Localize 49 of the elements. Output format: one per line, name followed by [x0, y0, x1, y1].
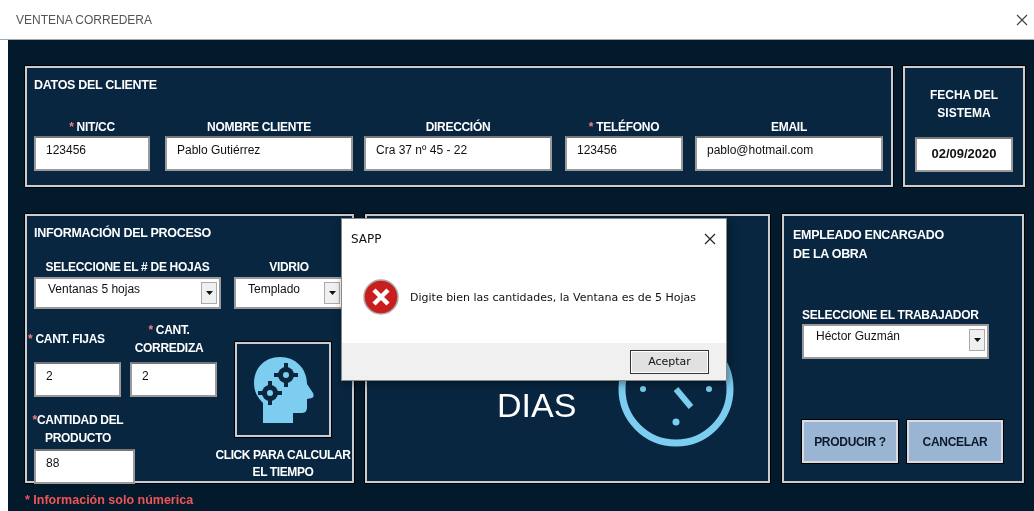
- field-label: * NIT/CC: [68, 120, 116, 134]
- panel-heading: INFORMACIÓN DEL PROCESO: [34, 226, 212, 240]
- close-icon[interactable]: [1016, 13, 1028, 26]
- dropdown-button[interactable]: [324, 282, 340, 304]
- footnote: * Información solo númerica: [25, 493, 195, 507]
- input-field[interactable]: 123456: [565, 136, 683, 171]
- field-label: * CANT. FIJAS: [28, 332, 106, 346]
- dropdown-field[interactable]: Templado: [234, 277, 344, 309]
- field-label: SELECCIONE EL # DE HOJAS: [44, 260, 211, 274]
- action-button[interactable]: PRODUCIR ?: [802, 420, 898, 463]
- action-button[interactable]: CANCELAR: [907, 420, 1003, 463]
- dropdown-value: Héctor Guzmán: [816, 329, 901, 345]
- field-label: EMAIL: [770, 120, 808, 134]
- panel-heading: DATOS DEL CLIENTE: [34, 78, 158, 92]
- field-label: SELECCIONE EL TRABAJADOR: [802, 308, 980, 322]
- field-label: DIRECCIÓN: [424, 120, 492, 134]
- field-label: * CANT. CORREDIZA: [133, 322, 205, 357]
- caret-icon: [973, 338, 981, 342]
- dropdown-field[interactable]: Héctor Guzmán: [802, 324, 989, 359]
- dropdown-button[interactable]: [969, 329, 985, 351]
- close-icon[interactable]: [704, 233, 716, 245]
- input-field[interactable]: 88: [34, 449, 135, 484]
- field-label: NOMBRE CLIENTE: [206, 120, 312, 134]
- caret-icon: [205, 291, 213, 295]
- button-caption: CLICK PARA CALCULAR EL TIEMPO: [214, 447, 352, 481]
- input-field[interactable]: 2: [130, 362, 217, 397]
- days-label: DIAS: [497, 386, 577, 425]
- dropdown-field[interactable]: Ventanas 5 hojas: [34, 277, 221, 309]
- date-field[interactable]: 02/09/2020: [915, 137, 1013, 172]
- caret-icon: [328, 291, 336, 295]
- input-field[interactable]: 123456: [34, 136, 150, 171]
- input-field[interactable]: Cra 37 nº 45 - 22: [364, 136, 552, 171]
- panel-heading: EMPLEADO ENCARGADO DE LA OBRA: [793, 227, 945, 263]
- field-label: * TELÉFONO: [587, 120, 661, 134]
- dropdown-value: Templado: [248, 282, 301, 298]
- window-title: VENTENA CORREDERA: [16, 12, 153, 27]
- input-field[interactable]: pablo@hotmail.com: [695, 136, 883, 171]
- dropdown-value: Ventanas 5 hojas: [48, 282, 141, 298]
- input-field[interactable]: Pablo Gutiérrez: [165, 136, 353, 171]
- dialog-message: Digite bien las cantidades, la Ventana es de 5 Hojas: [410, 290, 696, 304]
- calculate-button[interactable]: [235, 342, 331, 437]
- accept-button[interactable]: Aceptar: [630, 349, 709, 374]
- dialog-title: SAPP: [351, 232, 382, 246]
- field-label: VIDRIO: [268, 260, 310, 274]
- error-icon: [363, 279, 399, 315]
- panel-heading: FECHA DEL SISTEMA: [928, 87, 1000, 122]
- input-field[interactable]: 2: [34, 362, 121, 397]
- dropdown-button[interactable]: [201, 282, 217, 304]
- field-label: *CANTIDAD DEL PRODUCTO: [31, 412, 125, 447]
